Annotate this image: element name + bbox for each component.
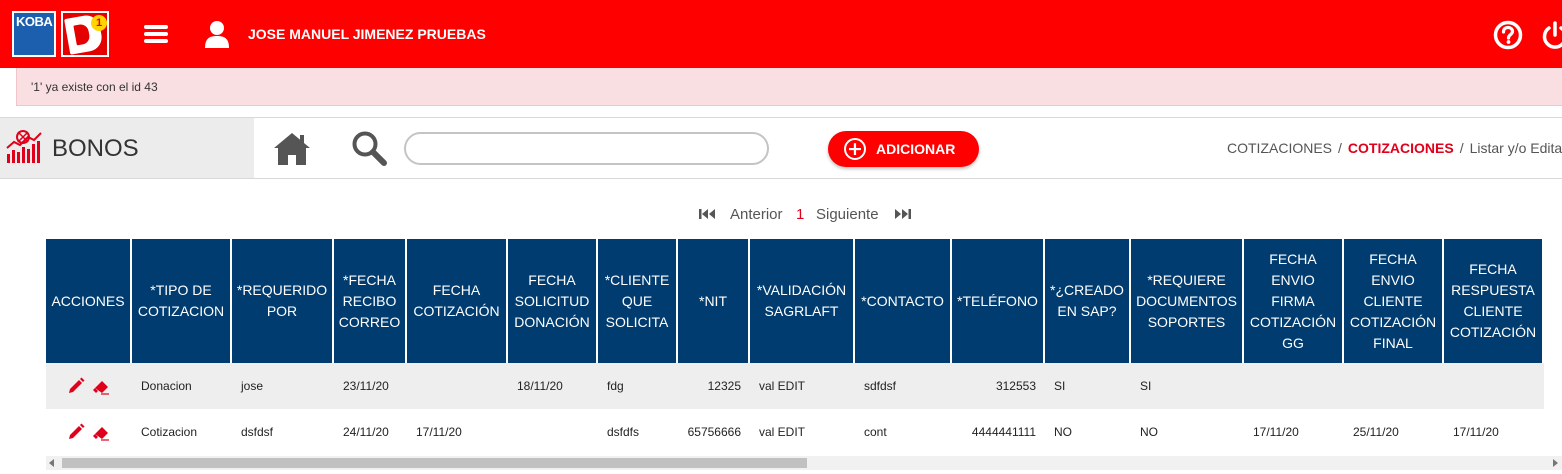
module-toolbar: BONOS + ADICIONAR COTIZACIONES / COTIZACIO… <box>0 117 1562 179</box>
cell-fecha-envio-cliente: 25/11/20 <box>1344 409 1444 454</box>
cell-nit: 12325 <box>678 363 750 409</box>
cell-telefono: 4444441111 <box>952 409 1045 454</box>
table-header-row: ACCIONES *TIPO DE COTIZACION *REQUERIDO … <box>46 239 1544 363</box>
cell-fecha-recibo: 24/11/20 <box>334 409 407 454</box>
cell-fecha-envio-firma <box>1244 363 1344 409</box>
horizontal-scrollbar[interactable] <box>46 456 1562 470</box>
d1-logo-badge: 1 <box>91 15 107 31</box>
breadcrumb-item: Listar y/o Editar <box>1469 140 1562 156</box>
help-icon[interactable] <box>1493 20 1523 50</box>
cell-validacion: val EDIT <box>750 363 855 409</box>
quotes-table: ACCIONES *TIPO DE COTIZACION *REQUERIDO … <box>46 239 1544 454</box>
row-actions <box>46 363 132 409</box>
top-bar: KOBA 1 JOSE MANUEL JIMENEZ PRUEBAS <box>0 0 1562 68</box>
column-header[interactable]: *VALIDACIÓN SAGRLAFT <box>750 239 855 363</box>
column-header[interactable]: *TIPO DE COTIZACION <box>132 239 232 363</box>
cell-cliente: dsfdfs <box>598 409 678 454</box>
cell-creado-sap: NO <box>1045 409 1131 454</box>
quotes-table-container: ACCIONES *TIPO DE COTIZACION *REQUERIDO … <box>46 239 1562 454</box>
column-header[interactable]: *TELÉFONO <box>952 239 1045 363</box>
column-header[interactable]: FECHA ENVIO CLIENTE COTIZACIÓN FINAL <box>1344 239 1444 363</box>
cell-telefono: 312553 <box>952 363 1045 409</box>
column-header[interactable]: FECHA SOLICITUD DONACIÓN <box>508 239 598 363</box>
cell-fecha-solicitud <box>508 409 598 454</box>
column-header[interactable]: *¿CREADO EN SAP? <box>1045 239 1131 363</box>
previous-page-link[interactable]: Anterior <box>730 206 783 223</box>
column-header[interactable]: FECHA COTIZACIÓN <box>407 239 508 363</box>
column-header[interactable]: FECHA RESPUESTA CLIENTE COTIZACIÓN <box>1444 239 1544 363</box>
cell-fecha-recibo: 23/11/20 <box>334 363 407 409</box>
table-row[interactable]: Cotizacion dsfdsf 24/11/20 17/11/20 dsfd… <box>46 409 1544 454</box>
column-header[interactable]: FECHA ENVIO FIRMA COTIZACIÓN GG <box>1244 239 1344 363</box>
power-icon[interactable] <box>1540 20 1562 50</box>
cell-tipo: Donacion <box>132 363 232 409</box>
breadcrumb-item-active[interactable]: COTIZACIONES <box>1348 140 1454 156</box>
column-header[interactable]: *CLIENTE QUE SOLICITA <box>598 239 678 363</box>
koba-logo-text: KOBA <box>16 14 53 29</box>
cell-tipo: Cotizacion <box>132 409 232 454</box>
hamburger-menu-icon[interactable] <box>144 24 168 44</box>
cell-contacto: sdfdsf <box>855 363 952 409</box>
row-actions <box>46 409 132 454</box>
alert-message: '1' ya existe con el id 43 <box>31 80 158 94</box>
cell-fecha-respuesta <box>1444 363 1544 409</box>
breadcrumb: COTIZACIONES / COTIZACIONES / Listar y/o Edi… <box>1227 140 1562 156</box>
current-page-number[interactable]: 1 <box>796 206 804 223</box>
cell-requiere-docs: NO <box>1131 409 1244 454</box>
scroll-left-arrow-icon[interactable] <box>49 459 54 467</box>
table-row[interactable]: Donacion jose 23/11/20 18/11/20 fdg 1232… <box>46 363 1544 409</box>
error-alert: '1' ya existe con el id 43 <box>16 68 1562 106</box>
home-icon[interactable] <box>272 131 312 167</box>
column-header[interactable]: *REQUERIDO POR <box>232 239 334 363</box>
add-button-label: ADICIONAR <box>876 141 956 157</box>
last-page-icon[interactable] <box>893 208 911 220</box>
cell-requiere-docs: SI <box>1131 363 1244 409</box>
breadcrumb-separator: / <box>1338 140 1342 156</box>
cell-fecha-respuesta: 17/11/20 <box>1444 409 1544 454</box>
breadcrumb-item[interactable]: COTIZACIONES <box>1227 140 1332 156</box>
cell-fecha-envio-firma: 17/11/20 <box>1244 409 1344 454</box>
scrollbar-thumb[interactable] <box>62 458 807 468</box>
column-header[interactable]: ACCIONES <box>46 239 132 363</box>
cell-cliente: fdg <box>598 363 678 409</box>
edit-pencil-icon[interactable] <box>67 423 85 441</box>
user-icon[interactable] <box>204 20 230 48</box>
first-page-icon[interactable] <box>699 208 717 220</box>
cell-fecha-cotizacion <box>407 363 508 409</box>
edit-pencil-icon[interactable] <box>67 377 85 395</box>
cell-contacto: cont <box>855 409 952 454</box>
cell-fecha-cotizacion: 17/11/20 <box>407 409 508 454</box>
cell-nit: 65756666 <box>678 409 750 454</box>
module-title: BONOS <box>52 135 139 162</box>
erase-icon[interactable] <box>92 377 110 395</box>
column-header[interactable]: *FECHA RECIBO CORREO <box>334 239 407 363</box>
d1-logo: 1 <box>61 11 109 57</box>
koba-logo: KOBA <box>12 11 56 57</box>
column-header[interactable]: *REQUIERE DOCUMENTOS SOPORTES <box>1131 239 1244 363</box>
bonos-chart-icon <box>6 130 42 163</box>
next-page-link[interactable]: Siguiente <box>816 206 879 223</box>
add-button[interactable]: + ADICIONAR <box>828 131 979 167</box>
module-title-box: BONOS <box>0 118 254 178</box>
plus-circle-icon: + <box>844 138 866 160</box>
cell-fecha-envio-cliente <box>1344 363 1444 409</box>
cell-requerido: dsfdsf <box>232 409 334 454</box>
cell-validacion: val EDIT <box>750 409 855 454</box>
cell-requerido: jose <box>232 363 334 409</box>
cell-fecha-solicitud: 18/11/20 <box>508 363 598 409</box>
search-icon[interactable] <box>350 130 388 168</box>
user-name[interactable]: JOSE MANUEL JIMENEZ PRUEBAS <box>248 26 486 42</box>
column-header[interactable]: *CONTACTO <box>855 239 952 363</box>
scroll-right-arrow-icon[interactable] <box>1553 459 1558 467</box>
breadcrumb-separator: / <box>1459 140 1464 156</box>
search-input[interactable] <box>404 132 769 165</box>
column-header[interactable]: *NIT <box>678 239 750 363</box>
erase-icon[interactable] <box>92 423 110 441</box>
cell-creado-sap: SI <box>1045 363 1131 409</box>
